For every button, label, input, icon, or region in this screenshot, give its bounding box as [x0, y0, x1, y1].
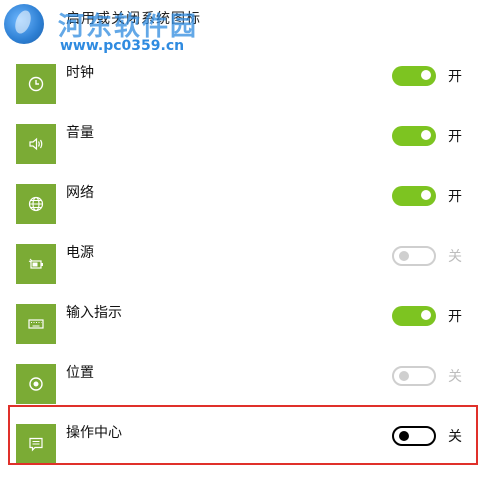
input-indicator-tile — [16, 304, 56, 344]
toggle-knob — [421, 190, 431, 200]
toggle-knob — [421, 70, 431, 80]
clock-tile — [16, 64, 56, 104]
power-toggle[interactable] — [392, 246, 436, 266]
watermark-url: www.pc0359.cn — [60, 38, 185, 54]
toggle-state-text: 开 — [448, 129, 462, 145]
setting-row-volume: 音量 开 — [0, 122, 485, 182]
toggle-state-text: 关 — [448, 369, 462, 385]
clock-icon — [28, 76, 44, 92]
location-tile — [16, 364, 56, 404]
toggle-state-text: 关 — [448, 249, 462, 265]
network-tile — [16, 184, 56, 224]
toggle-knob — [421, 130, 431, 140]
setting-row-clock: 时钟 开 — [0, 62, 485, 122]
setting-row-input-indicator: 输入指示 开 — [0, 302, 485, 362]
setting-label: 网络 — [66, 185, 94, 201]
volume-tile — [16, 124, 56, 164]
network-globe-icon — [28, 196, 44, 212]
setting-label: 位置 — [66, 365, 94, 381]
toggle-state-text: 开 — [448, 69, 462, 85]
header: 启用或关闭系统图标 河东软件园 www.pc0359.cn — [0, 0, 485, 54]
toggle-knob — [399, 251, 409, 261]
location-toggle[interactable] — [392, 366, 436, 386]
toggle-knob — [421, 310, 431, 320]
battery-power-icon — [28, 258, 43, 269]
setting-label: 输入指示 — [66, 305, 122, 321]
toggle-state-text: 开 — [448, 189, 462, 205]
keyboard-icon — [28, 319, 44, 329]
clock-toggle[interactable] — [392, 66, 436, 86]
toggle-state-text: 开 — [448, 309, 462, 325]
setting-label: 时钟 — [66, 65, 94, 81]
network-toggle[interactable] — [392, 186, 436, 206]
toggle-knob — [399, 371, 409, 381]
volume-toggle[interactable] — [392, 126, 436, 146]
setting-row-power: 电源 关 — [0, 242, 485, 302]
setting-row-network: 网络 开 — [0, 182, 485, 242]
location-icon — [29, 377, 43, 391]
volume-icon — [29, 137, 43, 151]
watermark-logo-icon — [4, 4, 44, 44]
power-tile — [16, 244, 56, 284]
setting-label: 音量 — [66, 125, 94, 141]
input-indicator-toggle[interactable] — [392, 306, 436, 326]
setting-label: 电源 — [66, 245, 94, 261]
highlight-box — [8, 405, 478, 465]
